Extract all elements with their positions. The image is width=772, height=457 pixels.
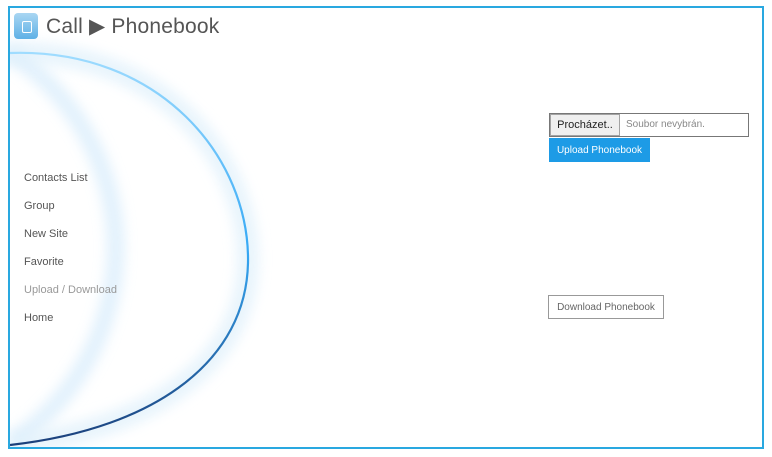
phone-app-icon xyxy=(14,13,38,39)
upload-phonebook-button[interactable]: Upload Phonebook xyxy=(549,138,650,162)
menu-item-home[interactable]: Home xyxy=(24,308,117,336)
sidebar-menu: Contacts List Group New Site Favorite Up… xyxy=(24,168,117,336)
header: Call ▶ Phonebook xyxy=(12,10,219,42)
download-phonebook-button[interactable]: Download Phonebook xyxy=(548,295,664,319)
menu-item-contacts-list[interactable]: Contacts List xyxy=(24,168,117,196)
menu-item-group[interactable]: Group xyxy=(24,196,117,224)
menu-item-new-site[interactable]: New Site xyxy=(24,224,117,252)
file-picker: Procházet.. Soubor nevybrán. xyxy=(549,113,749,137)
selected-file-text: Soubor nevybrán. xyxy=(626,119,705,130)
page-title: Call ▶ Phonebook xyxy=(46,14,220,38)
app-frame: Call ▶ Phonebook Contacts List Group New… xyxy=(8,6,764,449)
menu-item-favorite[interactable]: Favorite xyxy=(24,252,117,280)
browse-button[interactable]: Procházet.. xyxy=(550,114,620,136)
menu-item-upload-download[interactable]: Upload / Download xyxy=(24,280,117,308)
